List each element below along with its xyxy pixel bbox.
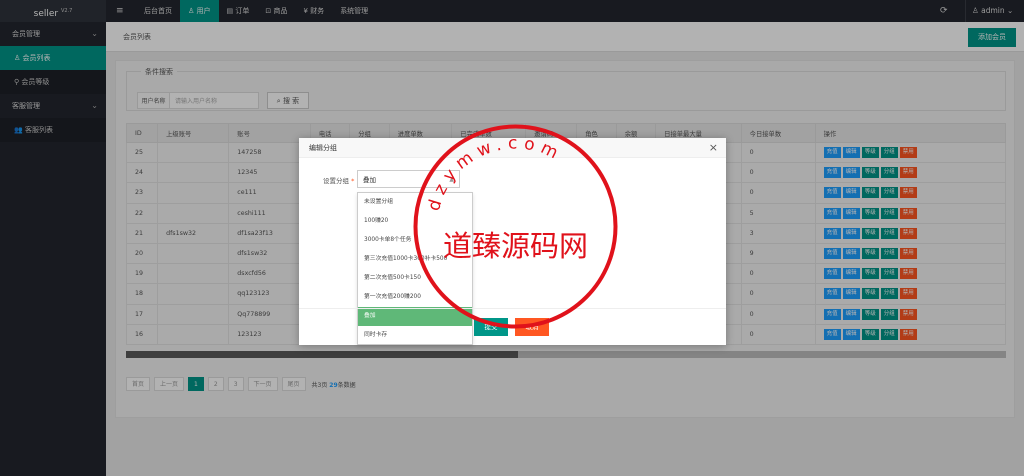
group-field-label: 设置分组 * (323, 175, 354, 185)
watermark-stamp: dzymw.com 道臻源码网 (413, 124, 618, 329)
watermark-text: 道臻源码网 (443, 229, 588, 263)
dialog-title: 编辑分组 (309, 144, 337, 152)
group-select-value: 叠加 (363, 176, 376, 184)
close-icon[interactable]: × (709, 138, 718, 158)
required-mark: * (351, 177, 355, 185)
group-label-text: 设置分组 (323, 177, 349, 185)
watermark-ring-text: dzymw.com (424, 133, 566, 213)
